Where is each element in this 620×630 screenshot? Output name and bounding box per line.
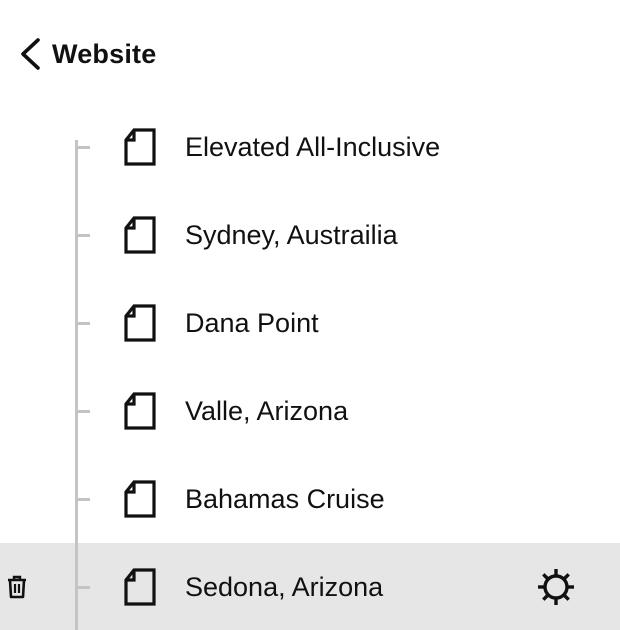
page-icon	[124, 392, 156, 430]
tree-connector-line	[75, 140, 78, 630]
tree-branch-tick	[78, 586, 90, 589]
tree-branch-tick	[78, 322, 90, 325]
page-item[interactable]: Elevated All-Inclusive	[0, 103, 620, 191]
page-icon	[124, 128, 156, 166]
gear-icon[interactable]	[536, 567, 576, 607]
page-item[interactable]: Dana Point	[0, 279, 620, 367]
page-item-label: Elevated All-Inclusive	[185, 132, 441, 162]
page-icon	[124, 480, 156, 518]
page-icon	[124, 304, 156, 342]
panel-header: Website	[0, 0, 620, 108]
chevron-left-icon	[18, 37, 42, 71]
page-icon	[124, 568, 156, 606]
pages-panel: Elevated All-Inclusive Sydney, Austraili…	[0, 0, 620, 630]
page-item[interactable]: Sydney, Austrailia	[0, 191, 620, 279]
page-item-label: Bahamas Cruise	[185, 484, 385, 514]
page-item-label: Sedona, Arizona	[185, 572, 384, 602]
tree-branch-tick	[78, 234, 90, 237]
back-label: Website	[52, 38, 157, 69]
tree-branch-tick	[78, 146, 90, 149]
page-item-label: Dana Point	[185, 308, 319, 338]
trash-icon[interactable]	[5, 574, 29, 600]
page-item-selected[interactable]: Sedona, Arizona	[0, 543, 620, 630]
tree-branch-tick	[78, 410, 90, 413]
page-icon	[124, 216, 156, 254]
tree-branch-tick	[78, 498, 90, 501]
page-item[interactable]: Valle, Arizona	[0, 367, 620, 455]
page-item-label: Valle, Arizona	[185, 396, 349, 426]
page-item-label: Sydney, Austrailia	[185, 220, 398, 250]
back-button[interactable]: Website	[18, 34, 156, 74]
page-item[interactable]: Bahamas Cruise	[0, 455, 620, 543]
